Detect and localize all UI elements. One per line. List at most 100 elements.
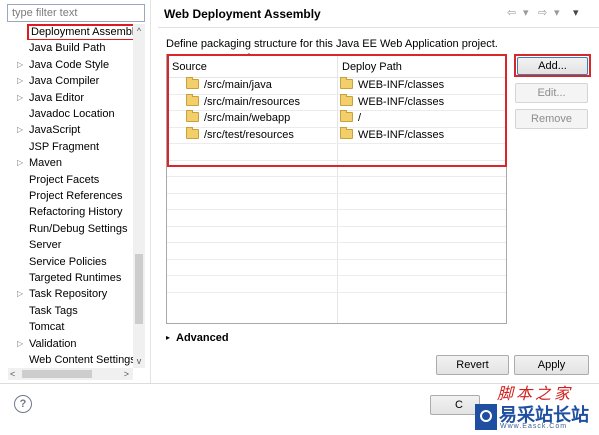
column-header-source[interactable]: Source: [172, 55, 207, 77]
tree-item-label: Tomcat: [29, 321, 65, 334]
cancel-button[interactable]: C: [430, 395, 480, 415]
tree-item-label: Java Code Style: [29, 58, 110, 71]
expand-arrow-icon[interactable]: ▷: [17, 336, 27, 352]
tree-horizontal-scrollbar[interactable]: < >: [8, 368, 133, 380]
tree-item-task-repository[interactable]: ▷ Task Repository: [8, 286, 133, 302]
row-grid-line: [167, 291, 506, 293]
tree-vertical-scrollbar[interactable]: ^ v: [133, 24, 145, 368]
tree-item-label: Server: [29, 239, 62, 252]
deploy-path-cell: /: [340, 110, 361, 126]
tree-item-deployment-assembly[interactable]: Deployment Assembly: [8, 24, 133, 40]
source-path: /src/main/java: [204, 79, 272, 91]
tree-item-java-compiler[interactable]: ▷ Java Compiler: [8, 73, 133, 89]
tree-item-jsp-fragment[interactable]: JSP Fragment: [8, 139, 133, 155]
expand-arrow-icon[interactable]: ▷: [17, 90, 27, 106]
tree-item-label: Project References: [29, 190, 123, 202]
source-cell: /src/main/resources: [186, 93, 300, 110]
tree-item-run-debug-settings[interactable]: Run/Debug Settings: [8, 221, 133, 237]
tree-item-javascript[interactable]: ▷ JavaScript: [8, 122, 133, 138]
forward-menu-chevron-icon[interactable]: ▾: [554, 6, 560, 19]
page-title: Web Deployment Assembly: [164, 7, 321, 21]
row-grid-line: [167, 159, 506, 161]
scroll-left-arrow-icon[interactable]: <: [10, 368, 15, 380]
scroll-thumb[interactable]: [135, 254, 143, 324]
expand-arrow-icon[interactable]: ▷: [17, 155, 27, 171]
tree-item-java-editor[interactable]: ▷ Java Editor: [8, 90, 133, 106]
tree-item-java-code-style[interactable]: ▷ Java Code Style: [8, 57, 133, 73]
scroll-down-arrow-icon[interactable]: v: [133, 354, 145, 368]
advanced-section-toggle[interactable]: ▸ Advanced: [166, 332, 229, 344]
row-grid-line: [167, 225, 506, 227]
edit-button[interactable]: Edit...: [515, 83, 588, 103]
folder-icon: [340, 126, 353, 139]
tree-item-maven[interactable]: ▷ Maven: [8, 155, 133, 171]
tree-item-label: Maven: [29, 157, 63, 170]
scroll-up-arrow-icon[interactable]: ^: [133, 24, 145, 38]
tree-item-label: Run/Debug Settings: [29, 222, 128, 235]
tree-item-project-facets[interactable]: Project Facets: [8, 172, 133, 188]
scroll-right-arrow-icon[interactable]: >: [124, 368, 129, 380]
table-row[interactable]: /src/test/resources WEB-INF/classes: [167, 126, 506, 143]
panel-sash[interactable]: [150, 0, 151, 383]
column-header-deploy-path[interactable]: Deploy Path: [342, 55, 402, 77]
watermark-sub-text: Www.Easck.Com: [500, 423, 568, 430]
tree-item-targeted-runtimes[interactable]: Targeted Runtimes: [8, 270, 133, 286]
apply-button[interactable]: Apply: [514, 355, 589, 375]
tree-item-javadoc-location[interactable]: Javadoc Location: [8, 106, 133, 122]
tree-item-label: Refactoring History: [29, 206, 123, 219]
filter-input[interactable]: [7, 4, 145, 22]
table-row[interactable]: /src/main/resources WEB-INF/classes: [167, 93, 506, 110]
tree-item-task-tags[interactable]: Task Tags: [8, 303, 133, 319]
expand-arrow-icon[interactable]: ▷: [17, 122, 27, 138]
row-grid-line: [167, 176, 506, 177]
tree-item-label: Deployment Assembly: [27, 24, 133, 40]
tree-item-web-content-settings[interactable]: Web Content Settings: [8, 352, 133, 368]
table-row[interactable]: /src/main/webapp /: [167, 110, 506, 126]
deployment-table[interactable]: Source ^ Deploy Path /src/main/java WEB-I…: [166, 52, 507, 324]
row-grid-line: [167, 209, 506, 210]
tree-item-label: Project Facets: [29, 173, 100, 186]
revert-button[interactable]: Revert: [436, 355, 509, 375]
tree-item-tomcat[interactable]: Tomcat: [8, 319, 133, 335]
table-row[interactable]: /src/main/java WEB-INF/classes: [167, 77, 506, 93]
folder-icon: [340, 77, 353, 90]
tree-item-service-policies[interactable]: Service Policies: [8, 254, 133, 270]
tree-item-java-build-path[interactable]: Java Build Path: [8, 40, 133, 56]
row-grid-line: [167, 192, 506, 194]
source-path: /src/main/webapp: [204, 112, 291, 124]
scroll-thumb[interactable]: [22, 370, 92, 378]
source-path: /src/main/resources: [204, 95, 300, 108]
expand-arrow-icon[interactable]: ▷: [17, 57, 27, 73]
back-menu-chevron-icon[interactable]: ▾: [523, 6, 529, 19]
row-grid-line: [167, 242, 506, 243]
tree-item-label: Task Repository: [29, 288, 108, 301]
tree-item-server[interactable]: Server: [8, 237, 133, 253]
back-arrow-icon[interactable]: ⇦: [507, 6, 516, 19]
folder-icon: [186, 77, 199, 90]
folder-icon: [340, 93, 353, 106]
tree-item-refactoring-history[interactable]: Refactoring History: [8, 204, 133, 220]
tree-item-label: Java Compiler: [29, 75, 100, 88]
expand-arrow-icon[interactable]: ▷: [17, 73, 27, 89]
property-page-tree: Deployment Assembly Java Build Path ▷ Java …: [8, 24, 133, 368]
remove-button[interactable]: Remove: [515, 109, 588, 129]
deploy-path: WEB-INF/classes: [358, 128, 445, 141]
source-path: /src/test/resources: [204, 128, 294, 141]
view-menu-chevron-icon[interactable]: ▾: [573, 6, 579, 19]
add-button[interactable]: Add...: [517, 57, 588, 75]
help-icon[interactable]: ?: [14, 395, 32, 413]
expand-arrow-icon[interactable]: ▷: [17, 286, 27, 302]
expand-triangle-icon: ▸: [166, 333, 171, 342]
forward-arrow-icon[interactable]: ⇨: [538, 6, 547, 19]
tree-item-validation[interactable]: ▷ Validation: [8, 336, 133, 352]
folder-icon: [186, 110, 199, 123]
deploy-path-cell: WEB-INF/classes: [340, 77, 444, 93]
source-cell: /src/test/resources: [186, 126, 294, 143]
deploy-path: WEB-INF/classes: [358, 95, 445, 108]
tree-item-project-references[interactable]: Project References: [8, 188, 133, 204]
tree-item-label: Javadoc Location: [29, 108, 115, 120]
tree-item-label: Task Tags: [29, 304, 78, 317]
tree-item-label: JSP Fragment: [29, 140, 100, 153]
title-separator: [158, 27, 599, 28]
source-cell: /src/main/java: [186, 77, 272, 93]
